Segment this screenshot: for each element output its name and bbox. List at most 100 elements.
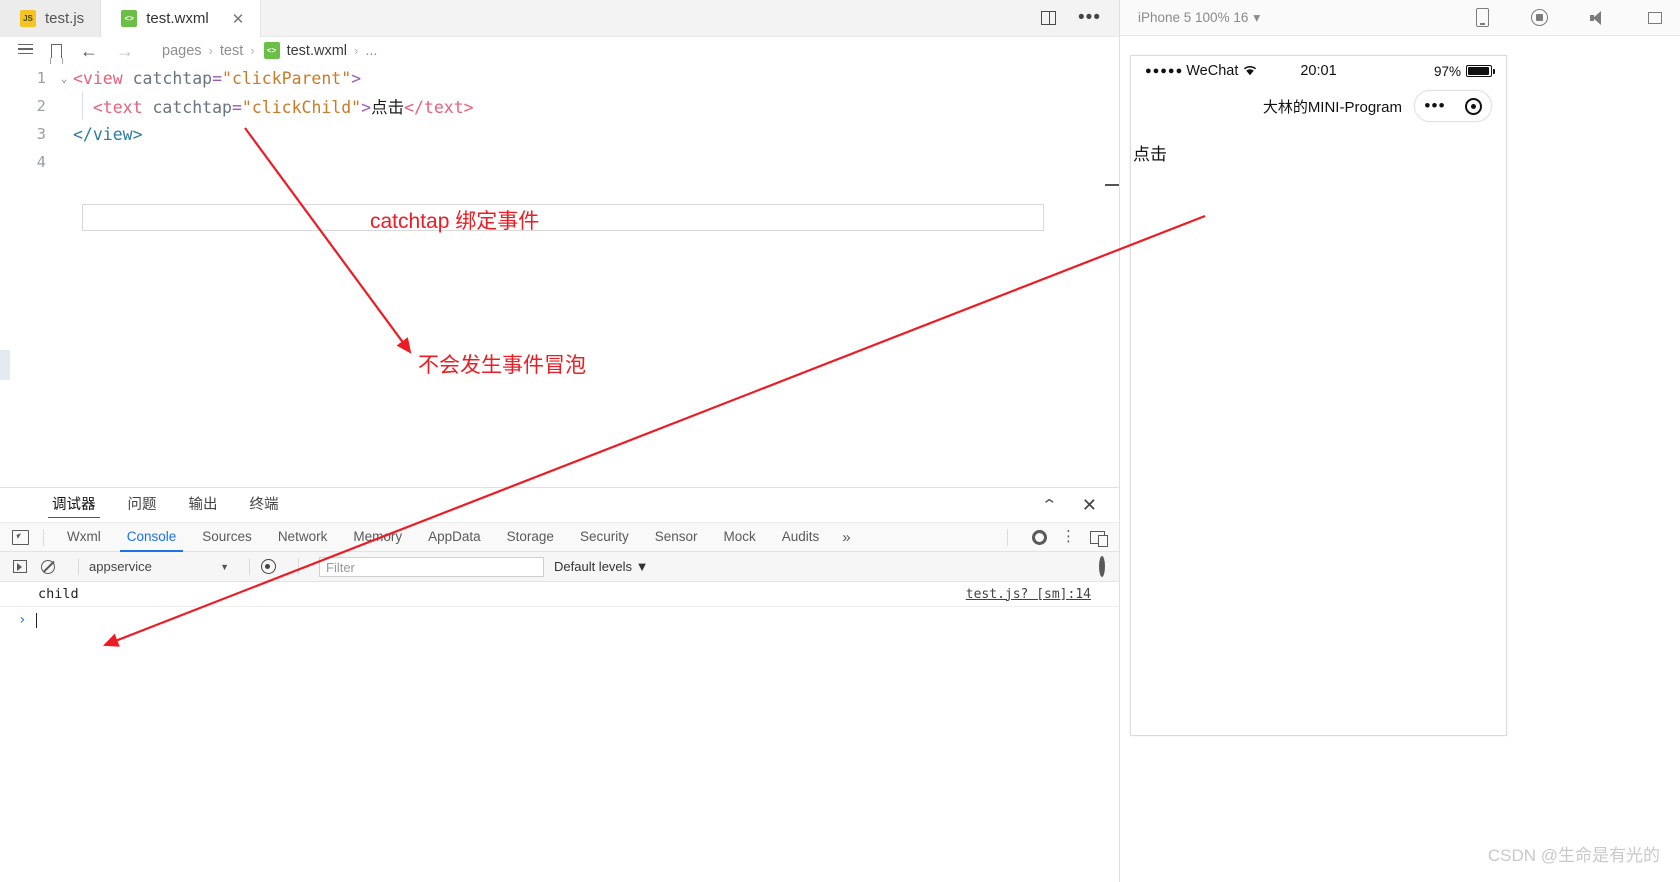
more-actions-icon[interactable]: •••	[1078, 8, 1101, 27]
fold-chevron-icon[interactable]: ⌄	[55, 72, 73, 85]
devtools-tab-appdata[interactable]: AppData	[415, 522, 494, 552]
devtools-actions: ⋮	[997, 528, 1119, 547]
editor-tab-test-wxml[interactable]: test.wxml ✕	[101, 0, 262, 37]
devtools-tab-wxml[interactable]: Wxml	[54, 522, 114, 552]
devtools-tab-security[interactable]: Security	[567, 522, 642, 552]
code-token: "clickChild"	[241, 98, 362, 117]
filter-input[interactable]: Filter	[319, 556, 544, 577]
signal-dots-icon: ●●●●●	[1145, 65, 1184, 77]
text-cursor	[36, 612, 38, 628]
line-number: 2	[36, 97, 46, 115]
simulator-toolbar: iPhone 5 100% 16 ▾	[1120, 0, 1680, 36]
dock-side-icon[interactable]	[1090, 530, 1108, 547]
breadcrumb-separator: ›	[208, 43, 213, 58]
kebab-menu-icon[interactable]: ⋮	[1061, 529, 1076, 544]
code-token: </text>	[404, 98, 474, 117]
code-token: <view	[73, 68, 133, 88]
clear-console-icon[interactable]	[40, 559, 56, 575]
divider	[78, 558, 79, 575]
js-file-icon: JS	[20, 10, 36, 27]
split-editor-icon[interactable]	[1041, 11, 1057, 25]
phone-status-bar: ●●●●● WeChat 20:01 97%	[1131, 56, 1506, 86]
code-line: 1 ⌄ <view catchtap="clickParent">	[0, 64, 1119, 92]
editor-tabstrip: JS test.js test.wxml ✕ •••	[0, 0, 1119, 37]
indent-guide	[82, 92, 83, 120]
devtools-tab-memory[interactable]: Memory	[340, 522, 415, 552]
console-context-select[interactable]: appservice ▼	[89, 559, 239, 574]
debugger-panel: 调试器 问题 输出 终端 ⌃ ✕ Wxml Console Sources Ne…	[0, 487, 1119, 882]
close-icon[interactable]: ✕	[1082, 495, 1097, 516]
panel-tab-output[interactable]: 输出	[173, 488, 234, 522]
execution-context-icon[interactable]	[12, 559, 28, 575]
code-token: catchtap	[152, 98, 232, 117]
debugger-panel-tabs: 调试器 问题 输出 终端 ⌃ ✕	[0, 488, 1119, 522]
page-title: 大林的MINI-Program	[1262, 98, 1402, 116]
code-editor[interactable]: 1 ⌄ <view catchtap="clickParent"> 2 <tex…	[0, 64, 1119, 551]
forward-arrow-icon[interactable]: →	[116, 42, 134, 60]
chevron-down-icon: ▾	[1253, 9, 1261, 25]
divider	[43, 528, 44, 546]
outline-icon[interactable]	[18, 43, 33, 58]
divider	[1007, 528, 1008, 546]
code-token: =	[212, 68, 223, 88]
prompt-caret-icon: ›	[18, 612, 27, 628]
annotation-no-bubble: 不会发生事件冒泡	[418, 354, 586, 377]
editor-tab-test-js[interactable]: JS test.js	[0, 0, 102, 37]
code-token: </view>	[73, 124, 143, 144]
code-line: 3 </view>	[0, 120, 1119, 148]
record-icon[interactable]	[1531, 9, 1548, 26]
speaker-icon[interactable]	[1590, 10, 1606, 25]
device-select-value: iPhone 5 100% 16	[1138, 10, 1249, 25]
log-levels-select[interactable]: Default levels ▼	[554, 559, 649, 574]
status-battery: 97%	[1433, 63, 1495, 79]
clickable-text[interactable]: 点击	[1131, 145, 1167, 164]
devtools-tab-mock[interactable]: Mock	[711, 522, 769, 552]
inspect-element-icon[interactable]	[12, 529, 29, 545]
breadcrumb-item-ellipsis[interactable]: ...	[365, 43, 377, 59]
live-expression-icon[interactable]	[260, 559, 276, 575]
panel-tab-problems[interactable]: 问题	[112, 488, 173, 522]
phone-page-content: 点击	[1131, 126, 1506, 165]
collapse-chevron-icon[interactable]: ⌃	[1041, 496, 1059, 514]
console-filter-bar: appservice ▼ Filter Default levels ▼	[0, 552, 1119, 582]
divider	[298, 558, 299, 575]
wifi-icon	[1243, 64, 1257, 79]
more-dots-icon[interactable]: •••	[1424, 97, 1445, 114]
code-token: 点击	[371, 98, 405, 117]
devtools-tab-sources[interactable]: Sources	[189, 522, 265, 552]
annotation-catchtap: catchtap 绑定事件	[370, 210, 540, 233]
devtools-tab-audits[interactable]: Audits	[769, 522, 833, 552]
divider	[249, 558, 250, 575]
panel-tab-terminal[interactable]: 终端	[234, 488, 295, 522]
status-time: 20:01	[1300, 63, 1337, 79]
breadcrumb-item-pages[interactable]: pages	[162, 43, 202, 59]
devtools-tabstrip: Wxml Console Sources Network Memory AppD…	[0, 522, 1119, 552]
close-icon[interactable]: ✕	[232, 10, 245, 28]
breadcrumb-item-file[interactable]: test.wxml	[287, 43, 347, 59]
code-line: 2 <text catchtap="clickChild">点击</text>	[0, 92, 1119, 120]
code-token: =	[231, 98, 242, 117]
wxml-file-icon	[263, 42, 280, 59]
devtools-tab-network[interactable]: Network	[265, 522, 341, 552]
more-tabs-icon[interactable]: »	[832, 529, 860, 546]
devtools-tab-console[interactable]: Console	[114, 522, 190, 552]
breadcrumb-item-test[interactable]: test	[220, 43, 243, 59]
phone-icon[interactable]	[1476, 8, 1489, 27]
target-icon[interactable]	[1464, 97, 1482, 115]
console-source-link[interactable]: test.js? [sm]:14	[966, 587, 1091, 602]
panel-tab-debugger[interactable]: 调试器	[36, 488, 112, 522]
bookmark-icon[interactable]	[51, 43, 62, 58]
console-settings-icon[interactable]	[1099, 556, 1119, 577]
devtools-tab-sensor[interactable]: Sensor	[642, 522, 711, 552]
devtools-tab-storage[interactable]: Storage	[494, 522, 567, 552]
capsule-menu[interactable]: •••	[1414, 90, 1492, 122]
code-token: "clickParent"	[222, 68, 352, 88]
code-line-content: <text catchtap="clickChild">点击</text>	[73, 94, 474, 118]
back-arrow-icon[interactable]: ←	[80, 42, 98, 60]
gear-icon[interactable]	[1032, 529, 1047, 545]
device-select[interactable]: iPhone 5 100% 16 ▾	[1138, 10, 1260, 26]
battery-percent: 97%	[1433, 63, 1461, 79]
multi-window-icon[interactable]	[1648, 8, 1666, 24]
ide-pane: JS test.js test.wxml ✕ ••• ← →	[0, 0, 1119, 882]
console-prompt[interactable]: ›	[0, 607, 1119, 633]
